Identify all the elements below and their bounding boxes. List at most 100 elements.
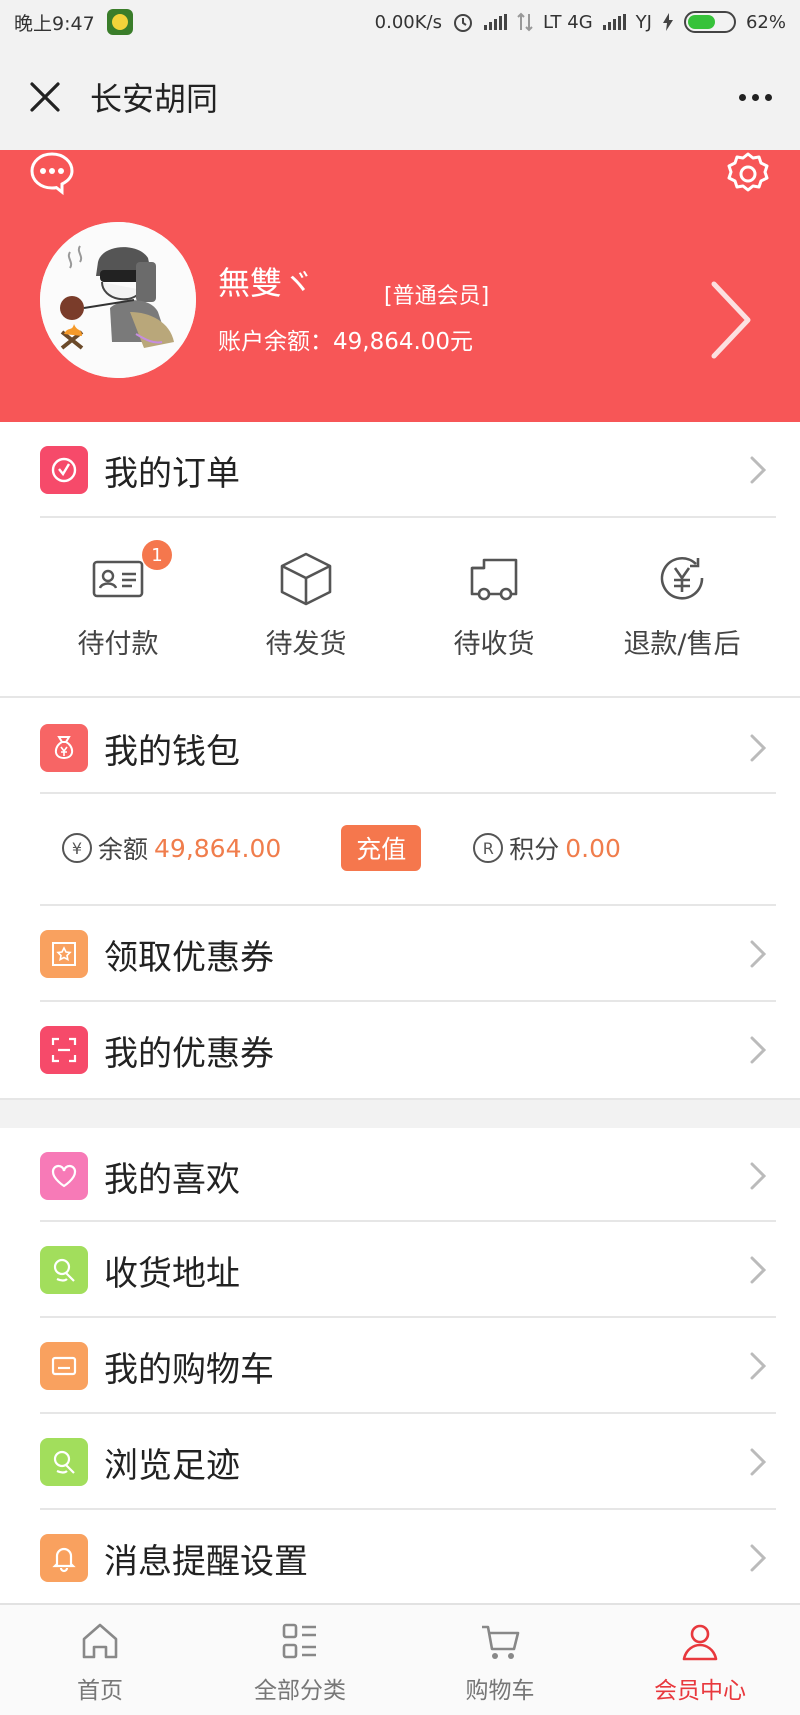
- cart-icon: [482, 1625, 520, 1659]
- chevron-right-icon: [750, 1036, 767, 1064]
- my-coupons-label: 我的优惠券: [104, 1033, 274, 1074]
- id-card-icon: [92, 560, 144, 598]
- status-time: 晚上9:47: [14, 12, 95, 35]
- points-stat[interactable]: R 积分 0.00: [473, 830, 621, 866]
- refund-icon: [660, 557, 704, 600]
- favorites-row[interactable]: 我的喜欢: [0, 1128, 800, 1224]
- refund-aftersale-label: 退款/售后: [623, 629, 741, 660]
- shopping-cart-label: 我的购物车: [104, 1349, 274, 1390]
- page-title: 长安胡同: [90, 80, 219, 118]
- nav-cart[interactable]: 购物车: [400, 1605, 600, 1715]
- points-value: 0.00: [565, 833, 621, 863]
- footprint-icon: [40, 1438, 88, 1486]
- notification-settings-row[interactable]: 消息提醒设置: [0, 1510, 800, 1606]
- more-button[interactable]: [710, 44, 800, 150]
- signal-icon: [484, 14, 507, 30]
- nav-cart-label: 购物车: [465, 1678, 535, 1704]
- order-pending-receipt[interactable]: 待收货: [400, 518, 588, 696]
- close-button[interactable]: [0, 44, 90, 150]
- wallet-stats: ¥ 余额 49,864.00 充值 R 积分 0.00: [0, 792, 800, 904]
- avatar[interactable]: [40, 222, 196, 378]
- shipping-address-label: 收货地址: [104, 1253, 240, 1294]
- balance-value: 49,864.00: [154, 833, 282, 863]
- chevron-right-icon: [750, 1352, 767, 1380]
- location-icon: [40, 1246, 88, 1294]
- message-icon[interactable]: [28, 150, 76, 196]
- watermark-logo: [700, 1683, 790, 1709]
- balance-label: 余额: [98, 835, 149, 864]
- recharge-button[interactable]: 充值: [341, 825, 422, 871]
- points-icon: R: [473, 833, 504, 863]
- notification-settings-label: 消息提醒设置: [104, 1541, 308, 1582]
- nav-categories[interactable]: 全部分类: [200, 1605, 400, 1715]
- profile-banner: 無雙ヾ [普通会员] 账户余额：49,864.00元: [0, 150, 800, 422]
- favorites-label: 我的喜欢: [104, 1159, 240, 1200]
- browse-history-label: 浏览足迹: [104, 1445, 240, 1486]
- my-coupons-row[interactable]: 我的优惠券: [0, 1002, 800, 1098]
- pending-payment-label: 待付款: [77, 629, 159, 660]
- balance-stat[interactable]: ¥ 余额 49,864.00: [62, 830, 281, 866]
- battery-icon: [683, 11, 736, 33]
- profile-chevron-right-icon[interactable]: [706, 278, 756, 362]
- account-balance: 账户余额：49,864.00元: [218, 329, 474, 355]
- chevron-right-icon: [750, 734, 767, 762]
- settings-icon[interactable]: [722, 150, 774, 198]
- section-divider: [0, 696, 800, 698]
- orders-icon: [40, 446, 88, 494]
- chevron-right-icon: [750, 940, 767, 968]
- truck-icon: [470, 558, 518, 601]
- points-label: 积分: [509, 835, 560, 864]
- charging-icon: [662, 13, 673, 31]
- nav-categories-label: 全部分类: [254, 1678, 346, 1704]
- bell-icon: [40, 1534, 88, 1582]
- chevron-right-icon: [750, 456, 767, 484]
- my-orders-row[interactable]: 我的订单: [0, 422, 800, 518]
- signal2-icon: [602, 14, 626, 30]
- card-icon: [40, 1342, 88, 1390]
- user-icon: [682, 1624, 718, 1661]
- chevron-right-icon: [750, 1162, 767, 1190]
- data-transfer-icon: [517, 12, 533, 32]
- carrier2-label: YJ: [635, 11, 652, 33]
- pending-payment-badge: 1: [142, 540, 172, 570]
- bottom-nav: 首页 全部分类 购物车 会员中心: [0, 1603, 800, 1715]
- chevron-right-icon: [750, 1544, 767, 1572]
- order-refund-aftersale[interactable]: 退款/售后: [588, 518, 776, 696]
- claim-coupons-row[interactable]: 领取优惠券: [0, 906, 800, 1002]
- coupon-star-icon: [40, 930, 88, 978]
- title-bar: 长安胡同: [0, 44, 800, 150]
- categories-icon: [282, 1623, 316, 1659]
- home-icon: [82, 1623, 118, 1659]
- shipping-address-row[interactable]: 收货地址: [0, 1222, 800, 1318]
- section-gap: [0, 1100, 800, 1128]
- coupon-scan-icon: [40, 1026, 88, 1074]
- avatar-illustration: [40, 222, 196, 378]
- my-wallet-row[interactable]: 我的钱包: [0, 700, 800, 796]
- username: 無雙ヾ: [218, 264, 315, 302]
- pending-receipt-label: 待收货: [453, 629, 535, 660]
- battery-percent: 62%: [745, 11, 786, 33]
- nav-home-label: 首页: [77, 1678, 123, 1704]
- wallet-bag-icon: [40, 724, 88, 772]
- order-pending-payment[interactable]: 1 待付款: [24, 518, 212, 696]
- order-status-bar: 1 待付款 待发货 待收货 退款/售后: [0, 518, 800, 696]
- package-box-icon: [280, 552, 332, 606]
- browse-history-row[interactable]: 浏览足迹: [0, 1414, 800, 1510]
- member-level-badge: [普通会员]: [384, 284, 490, 309]
- net-speed: 0.00K/s: [374, 11, 442, 33]
- status-bar: 晚上9:47 0.00K/s LT 4G YJ 62%: [0, 0, 800, 44]
- order-pending-shipment[interactable]: 待发货: [212, 518, 400, 696]
- heart-icon: [40, 1152, 88, 1200]
- app-notification-icon: [106, 9, 133, 35]
- close-icon: [30, 82, 60, 112]
- yen-icon: ¥: [62, 833, 92, 863]
- shopping-cart-row[interactable]: 我的购物车: [0, 1318, 800, 1414]
- chevron-right-icon: [750, 1448, 767, 1476]
- my-orders-label: 我的订单: [104, 453, 240, 494]
- my-wallet-label: 我的钱包: [104, 731, 240, 772]
- nav-home[interactable]: 首页: [0, 1605, 200, 1715]
- alarm-icon: [454, 14, 472, 32]
- pending-shipment-label: 待发货: [265, 629, 347, 660]
- carrier1-label: LT 4G: [543, 11, 593, 33]
- chevron-right-icon: [750, 1256, 767, 1284]
